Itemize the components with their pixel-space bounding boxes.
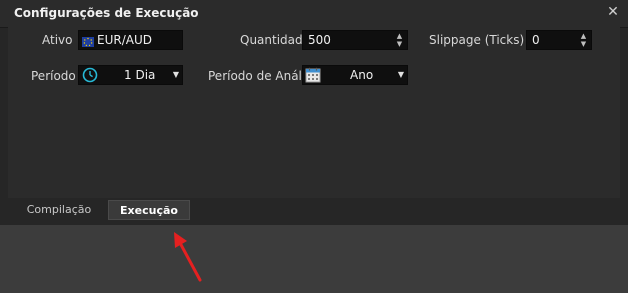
ativo-field[interactable]: EUR/AUD xyxy=(78,30,183,50)
window-title: Configurações de Execução xyxy=(14,6,199,20)
quantidade-input[interactable]: 500 ▲ ▼ xyxy=(302,30,408,50)
quantidade-value: 500 xyxy=(308,33,331,47)
clock-icon xyxy=(82,67,98,83)
tab-compilacao[interactable]: Compilação xyxy=(14,200,104,220)
periodo-value: 1 Dia xyxy=(124,68,156,82)
periodo-dropdown[interactable]: 1 Dia ▼ xyxy=(78,65,183,85)
slippage-label: Slippage (Ticks) xyxy=(429,33,525,47)
chevron-down-icon[interactable]: ▼ xyxy=(398,66,404,84)
slippage-input[interactable]: 0 ▲ ▼ xyxy=(526,30,592,50)
quantidade-stepper[interactable]: ▲ ▼ xyxy=(395,32,404,48)
ativo-value: EUR/AUD xyxy=(97,33,152,47)
execution-settings-panel: Configurações de Execução ✕ Ativo EUR/AU… xyxy=(0,0,628,225)
eu-flag-icon xyxy=(82,34,94,47)
ativo-label: Ativo xyxy=(42,33,73,47)
quantidade-label: Quantidade xyxy=(240,33,311,47)
stepper-up-icon[interactable]: ▲ xyxy=(579,32,588,40)
stepper-down-icon[interactable]: ▼ xyxy=(579,40,588,48)
stepper-up-icon[interactable]: ▲ xyxy=(395,32,404,40)
settings-content: Ativo EUR/AUD Quantidade 500 ▲ ▼ Slippag… xyxy=(8,27,620,198)
slippage-value: 0 xyxy=(532,33,540,47)
tab-execucao[interactable]: Execução xyxy=(108,200,190,220)
calendar-icon xyxy=(305,67,321,83)
stepper-down-icon[interactable]: ▼ xyxy=(395,40,404,48)
close-icon[interactable]: ✕ xyxy=(606,5,620,19)
chevron-down-icon[interactable]: ▼ xyxy=(173,66,179,84)
tab-bar: Compilação Execução xyxy=(8,198,620,225)
annotation-arrow-icon xyxy=(174,232,202,282)
slippage-stepper[interactable]: ▲ ▼ xyxy=(579,32,588,48)
periodo-analise-value: Ano xyxy=(350,68,374,82)
title-bar: Configurações de Execução ✕ xyxy=(0,0,628,28)
periodo-analise-dropdown[interactable]: Ano ▼ xyxy=(302,65,408,85)
periodo-label: Período xyxy=(31,69,76,83)
